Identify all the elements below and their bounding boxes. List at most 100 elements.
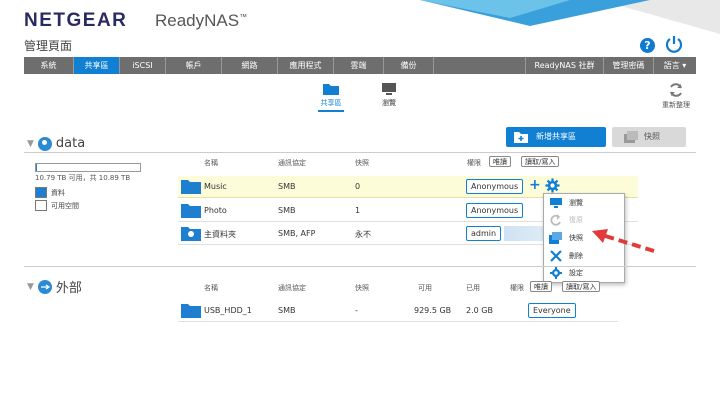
nav-community[interactable]: ReadyNAS 社群	[526, 57, 604, 74]
table-row[interactable]: USB_HDD_1 SMB - 929.5 GB 2.0 GB Everyone	[178, 300, 618, 322]
new-share-label: 新增共享區	[536, 132, 576, 141]
nav-accounts[interactable]: 帳戶	[166, 57, 222, 74]
permission-badge[interactable]: Everyone	[528, 303, 576, 318]
share-snapshots: 永不	[355, 230, 371, 239]
new-share-button[interactable]: 新增共享區	[506, 127, 606, 147]
folder-icon	[181, 180, 201, 194]
tab-shares-label: 共享區	[320, 99, 342, 107]
capacity-fill	[36, 164, 38, 171]
col-snapshot: 快照	[355, 159, 369, 167]
share-name: Music	[204, 182, 227, 191]
col-snapshot: 快照	[355, 284, 369, 292]
capacity-bar	[35, 163, 141, 172]
restore-icon	[550, 214, 561, 227]
refresh-icon	[670, 83, 682, 97]
add-folder-icon	[514, 132, 528, 143]
menu-item-label: 瀏覽	[569, 198, 583, 207]
col-permission: 權限	[467, 159, 481, 167]
annotation-arrow	[592, 229, 655, 253]
share-snapshots: -	[355, 306, 358, 315]
legend-data-label: 資料	[51, 188, 65, 197]
nav-network[interactable]: 網路	[222, 57, 278, 74]
share-snapshots: 0	[355, 182, 361, 191]
home-folder-icon	[181, 227, 201, 241]
page-title: 管理頁面	[24, 39, 73, 53]
volume-name: 外部	[55, 281, 82, 296]
share-name: 主資料夾	[204, 230, 236, 239]
share-name: Photo	[204, 206, 227, 215]
menu-item-label: 刪除	[569, 251, 583, 260]
tab-browse-label: 瀏覽	[382, 99, 396, 107]
col-name: 名稱	[204, 159, 218, 167]
gear-icon[interactable]	[545, 178, 560, 193]
col-permission: 權限	[510, 284, 524, 292]
readwrite-header-button[interactable]: 讀取/寫入	[521, 156, 560, 167]
share-protocol: SMB	[278, 306, 296, 315]
col-name: 名稱	[204, 284, 218, 292]
permission-badge[interactable]: Anonymous	[466, 203, 524, 218]
share-snapshots: 1	[355, 206, 361, 215]
col-used: 已用	[466, 284, 480, 292]
tab-shares[interactable]: 共享區	[314, 82, 348, 112]
volume-header-data[interactable]: ▼ data	[27, 136, 85, 151]
browse-icon	[382, 83, 396, 95]
legend-free: 可用空間	[35, 200, 79, 211]
menu-item-browse[interactable]: 瀏覽	[544, 194, 624, 212]
browse-icon	[550, 197, 562, 208]
share-protocol: SMB, AFP	[278, 229, 316, 238]
refresh-label: 重新整理	[662, 101, 690, 109]
legend-free-label: 可用空間	[51, 201, 79, 210]
header-decoration	[420, 0, 570, 18]
usb-icon	[37, 279, 52, 294]
legend-swatch	[35, 187, 47, 198]
collapse-caret-icon[interactable]: ▼	[27, 282, 34, 292]
folder-icon	[181, 304, 201, 318]
nav-admin-password[interactable]: 管理密碼	[604, 57, 654, 74]
add-icon[interactable]: +	[529, 177, 541, 193]
snapshot-label: 快照	[644, 132, 660, 141]
share-available: 929.5 GB	[414, 306, 452, 315]
nav-cloud[interactable]: 雲端	[334, 57, 384, 74]
refresh-button[interactable]: 重新整理	[656, 82, 696, 110]
col-available: 可用	[418, 284, 432, 292]
section-divider	[24, 266, 696, 267]
product-name: ReadyNAS™	[155, 11, 248, 30]
nav-iscsi[interactable]: iSCSI	[120, 57, 166, 74]
legend-swatch	[35, 200, 47, 211]
folder-icon	[323, 84, 339, 95]
nav-system[interactable]: 系統	[24, 57, 74, 74]
power-icon[interactable]	[664, 34, 686, 54]
section-divider	[24, 152, 696, 153]
readwrite-header-button[interactable]: 讀取/寫入	[562, 281, 601, 292]
readonly-header-button[interactable]: 唯讀	[530, 281, 552, 292]
nav-shares[interactable]: 共享區	[74, 57, 120, 74]
nav-backup[interactable]: 備份	[384, 57, 434, 74]
share-protocol: SMB	[278, 206, 296, 215]
legend-data: 資料	[35, 187, 65, 198]
col-protocol: 通訊協定	[278, 159, 306, 167]
col-protocol: 通訊協定	[278, 284, 306, 292]
tab-browse[interactable]: 瀏覽	[372, 82, 406, 108]
volume-name: data	[55, 136, 86, 151]
readonly-header-button[interactable]: 唯讀	[489, 156, 511, 167]
menu-item-label: 復原	[569, 216, 583, 225]
share-name: USB_HDD_1	[204, 306, 252, 315]
settings-icon	[550, 267, 562, 280]
snapshot-button[interactable]: 快照	[612, 127, 686, 147]
nav-apps[interactable]: 應用程式	[278, 57, 334, 74]
snapshot-icon	[624, 131, 638, 143]
share-protocol: SMB	[278, 182, 296, 191]
permission-badge[interactable]: admin	[466, 226, 502, 241]
menu-item-settings[interactable]: 設定	[544, 264, 624, 282]
folder-icon	[181, 204, 201, 218]
menu-item-label: 快照	[569, 233, 583, 242]
main-nav: 系統 共享區 iSCSI 帳戶 網路 應用程式 雲端 備份 ReadyNAS 社…	[24, 57, 696, 74]
permission-badge[interactable]: Anonymous	[466, 179, 524, 194]
volume-icon	[37, 136, 52, 151]
volume-header-external[interactable]: ▼ 外部	[27, 277, 82, 296]
menu-item-label: 設定	[569, 269, 583, 278]
collapse-caret-icon[interactable]: ▼	[27, 139, 34, 149]
help-icon[interactable]: ?	[640, 38, 655, 53]
capacity-text: 10.79 TB 可用，共 10.89 TB	[35, 174, 131, 182]
nav-language[interactable]: 語言 ▾	[654, 57, 696, 74]
